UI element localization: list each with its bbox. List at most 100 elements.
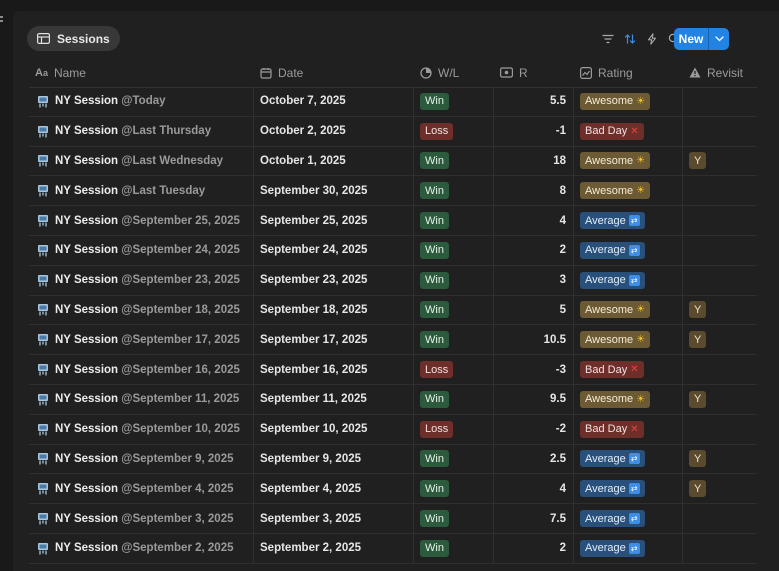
table-row[interactable]: NY Session @Last Thursday October 2, 2025…: [29, 116, 757, 147]
cell-name[interactable]: NY Session @September 2, 2025: [29, 533, 254, 563]
cell-rating[interactable]: Awesome ☀: [574, 146, 683, 176]
date-mention[interactable]: @September 2, 2025: [121, 542, 233, 554]
cell-name[interactable]: NY Session @September 11, 2025: [29, 384, 254, 414]
cell-wl[interactable]: Win: [414, 474, 494, 504]
cell-date[interactable]: September 4, 2025: [254, 474, 414, 504]
date-mention[interactable]: @Last Thursday: [121, 125, 211, 137]
table-row[interactable]: NY Session @September 3, 2025 September 3…: [29, 504, 757, 534]
date-mention[interactable]: @September 11, 2025: [121, 393, 239, 405]
date-mention[interactable]: @Last Wednesday: [121, 155, 223, 167]
cell-revisit[interactable]: [683, 206, 757, 235]
session-title[interactable]: NY Session: [55, 244, 118, 256]
cell-name[interactable]: NY Session @September 23, 2025: [29, 265, 254, 295]
cell-date[interactable]: September 16, 2025: [254, 355, 414, 384]
session-title[interactable]: NY Session: [55, 393, 118, 405]
cell-name[interactable]: NY Session @September 3, 2025: [29, 504, 254, 533]
column-header-wl[interactable]: W/L: [414, 58, 494, 87]
column-header-date[interactable]: Date: [254, 58, 414, 87]
cell-revisit[interactable]: Y: [683, 296, 757, 325]
table-row[interactable]: NY Session @September 16, 2025 September …: [29, 355, 757, 385]
cell-rating[interactable]: Awesome ☀: [574, 176, 683, 206]
column-header-rating[interactable]: Rating: [574, 58, 683, 87]
cell-date[interactable]: September 17, 2025: [254, 325, 414, 355]
table-row[interactable]: NY Session @September 23, 2025 September …: [29, 265, 757, 296]
session-title[interactable]: NY Session: [55, 423, 118, 435]
cell-name[interactable]: NY Session @September 4, 2025: [29, 474, 254, 504]
cell-name[interactable]: NY Session @Last Wednesday: [29, 146, 254, 176]
cell-date[interactable]: October 7, 2025: [254, 87, 414, 116]
cell-r[interactable]: 2: [494, 533, 574, 563]
cell-rating[interactable]: Bad Day ✕: [574, 116, 683, 146]
cell-revisit[interactable]: [683, 504, 757, 533]
session-title[interactable]: NY Session: [55, 215, 118, 227]
cell-revisit[interactable]: Y: [683, 325, 757, 354]
cell-r[interactable]: 5: [494, 295, 574, 325]
cell-date[interactable]: September 25, 2025: [254, 206, 414, 235]
cell-name[interactable]: NY Session @September 9, 2025: [29, 444, 254, 474]
cell-date[interactable]: September 11, 2025: [254, 384, 414, 414]
cell-revisit[interactable]: [683, 534, 757, 563]
date-mention[interactable]: @September 23, 2025: [121, 274, 240, 286]
revisit-tag[interactable]: Y: [689, 450, 707, 468]
cell-revisit[interactable]: [683, 176, 757, 205]
table-row[interactable]: NY Session @September 11, 2025 September …: [29, 384, 757, 415]
column-header-revisit[interactable]: Revisit: [683, 58, 757, 87]
date-mention[interactable]: @September 3, 2025: [121, 513, 233, 525]
cell-wl[interactable]: Win: [414, 295, 494, 325]
cell-revisit[interactable]: Y: [683, 474, 757, 503]
cell-date[interactable]: September 2, 2025: [254, 533, 414, 563]
cell-rating[interactable]: Average ⇄: [574, 474, 683, 504]
session-title[interactable]: NY Session: [55, 155, 118, 167]
cell-revisit[interactable]: Y: [683, 147, 757, 176]
cell-wl[interactable]: Loss: [414, 414, 494, 444]
cell-rating[interactable]: Average ⇄: [574, 235, 683, 265]
cell-rating[interactable]: Average ⇄: [574, 504, 683, 533]
cell-wl[interactable]: Loss: [414, 355, 494, 384]
cell-r[interactable]: 2: [494, 235, 574, 265]
cell-name[interactable]: NY Session @September 25, 2025: [29, 206, 254, 235]
cell-date[interactable]: September 23, 2025: [254, 265, 414, 295]
cell-date[interactable]: September 30, 2025: [254, 176, 414, 206]
table-row[interactable]: NY Session @Last Tuesday September 30, 20…: [29, 176, 757, 207]
cell-wl[interactable]: Win: [414, 87, 494, 116]
automation-icon[interactable]: [641, 28, 663, 50]
table-row[interactable]: NY Session @September 4, 2025 September 4…: [29, 474, 757, 505]
cell-wl[interactable]: Win: [414, 384, 494, 414]
revisit-tag[interactable]: Y: [689, 152, 707, 170]
cell-r[interactable]: 9.5: [494, 384, 574, 414]
date-mention[interactable]: @Last Tuesday: [121, 185, 205, 197]
cell-revisit[interactable]: [683, 415, 757, 444]
cell-name[interactable]: NY Session @Last Thursday: [29, 116, 254, 146]
date-mention[interactable]: @September 10, 2025: [121, 423, 240, 435]
revisit-tag[interactable]: Y: [689, 480, 707, 498]
table-row[interactable]: NY Session @September 10, 2025 September …: [29, 414, 757, 445]
new-button-label[interactable]: New: [674, 28, 708, 50]
revisit-tag[interactable]: Y: [689, 390, 707, 408]
table-row[interactable]: NY Session @September 9, 2025 September 9…: [29, 444, 757, 475]
new-button[interactable]: New: [674, 28, 729, 50]
cell-r[interactable]: 5.5: [494, 87, 574, 116]
cell-rating[interactable]: Average ⇄: [574, 533, 683, 563]
cell-rating[interactable]: Bad Day ✕: [574, 414, 683, 444]
cell-revisit[interactable]: [683, 266, 757, 295]
cell-r[interactable]: 4: [494, 474, 574, 504]
cell-r[interactable]: -2: [494, 414, 574, 444]
date-mention[interactable]: @September 4, 2025: [121, 483, 233, 495]
table-row[interactable]: NY Session @September 25, 2025 September …: [29, 206, 757, 236]
date-mention[interactable]: @September 18, 2025: [121, 304, 240, 316]
cell-r[interactable]: 2.5: [494, 444, 574, 474]
cell-name[interactable]: NY Session @Today: [29, 87, 254, 116]
cell-revisit[interactable]: Y: [683, 385, 757, 414]
revisit-tag[interactable]: Y: [689, 331, 707, 349]
table-row[interactable]: NY Session @Last Wednesday October 1, 202…: [29, 146, 757, 177]
column-header-r[interactable]: R: [494, 58, 574, 87]
sort-icon[interactable]: [619, 28, 641, 50]
cell-rating[interactable]: Awesome ☀: [574, 295, 683, 325]
cell-date[interactable]: October 2, 2025: [254, 116, 414, 146]
cell-rating[interactable]: Awesome ☀: [574, 87, 683, 116]
cell-rating[interactable]: Awesome ☀: [574, 325, 683, 355]
date-mention[interactable]: @September 25, 2025: [121, 215, 240, 227]
cell-wl[interactable]: Win: [414, 504, 494, 533]
session-title[interactable]: NY Session: [55, 453, 118, 465]
session-title[interactable]: NY Session: [55, 304, 118, 316]
